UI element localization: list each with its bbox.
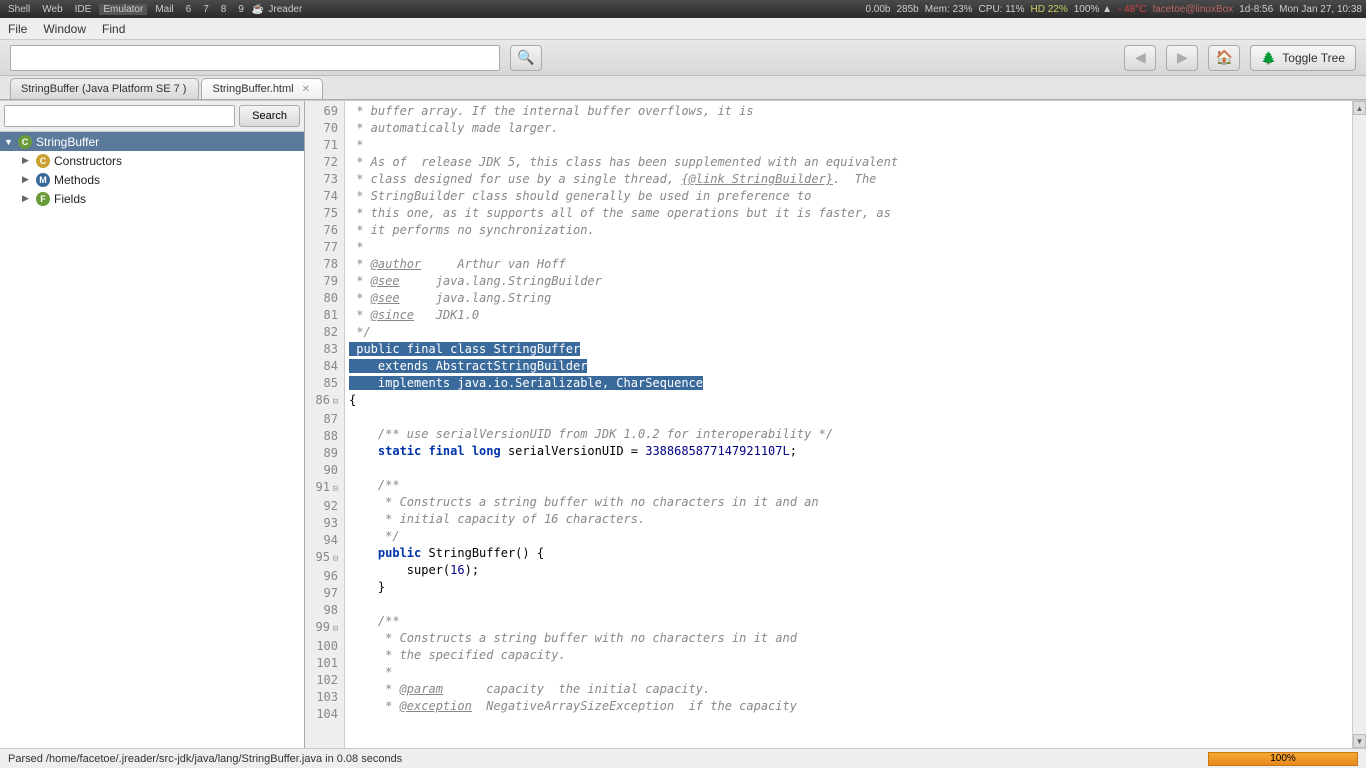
doc-tab-label: StringBuffer (Java Platform SE 7 ) xyxy=(21,83,186,95)
menu-file[interactable]: File xyxy=(8,22,27,36)
net-down: 0.00b xyxy=(865,4,890,15)
tree-label: Fields xyxy=(54,192,86,206)
cpu-usage: CPU: 11% xyxy=(979,4,1025,15)
chevron-right-icon: ▶ xyxy=(22,174,32,185)
taskbar-item[interactable]: Emulator xyxy=(99,4,147,15)
home-button[interactable]: 🏠 xyxy=(1208,45,1240,71)
side-panel: Search ▼ C StringBuffer ▶ C Constructors… xyxy=(0,101,305,748)
toggle-tree-label: Toggle Tree xyxy=(1282,51,1345,65)
status-bar: Parsed /home/facetoe/.jreader/src-jdk/ja… xyxy=(0,748,1366,768)
doc-tab[interactable]: StringBuffer (Java Platform SE 7 ) xyxy=(10,78,199,99)
toggle-tree-button[interactable]: 🌲 Toggle Tree xyxy=(1250,45,1356,71)
user-host: facetoe@linuxBox xyxy=(1152,4,1233,15)
class-tree: ▼ C StringBuffer ▶ C Constructors ▶ M Me… xyxy=(0,132,304,748)
chevron-down-icon: ▼ xyxy=(4,137,14,147)
global-search-input[interactable] xyxy=(10,45,500,71)
menu-window[interactable]: Window xyxy=(43,22,86,36)
taskbar-item[interactable]: 6 xyxy=(182,4,196,15)
tree-search-input[interactable] xyxy=(4,105,235,127)
code-area[interactable]: * buffer array. If the internal buffer o… xyxy=(345,101,1352,748)
forward-button[interactable]: ▶ xyxy=(1166,45,1198,71)
arrow-right-icon: ▶ xyxy=(1177,49,1188,66)
tree-label: Constructors xyxy=(54,154,122,168)
method-icon: M xyxy=(36,173,50,187)
tree-icon: 🌲 xyxy=(1261,51,1276,65)
tree-item-methods[interactable]: ▶ M Methods xyxy=(0,170,304,189)
home-icon: 🏠 xyxy=(1216,49,1233,66)
document-tabs: StringBuffer (Java Platform SE 7 ) Strin… xyxy=(0,76,1366,100)
menubar: File Window Find xyxy=(0,18,1366,40)
vertical-scrollbar[interactable]: ▲ ▼ xyxy=(1352,101,1366,748)
chevron-right-icon: ▶ xyxy=(22,193,32,204)
scroll-down-icon[interactable]: ▼ xyxy=(1353,734,1366,748)
arrow-left-icon: ◀ xyxy=(1135,49,1146,66)
constructor-icon: C xyxy=(36,154,50,168)
tree-search-button[interactable]: Search xyxy=(239,105,300,127)
tree-item-fields[interactable]: ▶ F Fields xyxy=(0,189,304,208)
temperature: - 48°C xyxy=(1118,4,1146,15)
close-icon[interactable]: ✕ xyxy=(302,84,310,95)
tree-root[interactable]: ▼ C StringBuffer xyxy=(0,132,304,151)
battery: 100% ▲ xyxy=(1074,4,1112,15)
mem-usage: Mem: 23% xyxy=(925,4,973,15)
status-text: Parsed /home/facetoe/.jreader/src-jdk/ja… xyxy=(8,753,402,765)
datetime: Mon Jan 27, 10:38 xyxy=(1279,4,1362,15)
menu-find[interactable]: Find xyxy=(102,22,125,36)
taskbar-item[interactable]: 9 xyxy=(234,4,248,15)
net-up: 285b xyxy=(897,4,919,15)
back-button[interactable]: ◀ xyxy=(1124,45,1156,71)
search-icon: 🔍 xyxy=(517,49,534,66)
tree-label: Methods xyxy=(54,173,100,187)
code-editor[interactable]: 69 70 71 72 73 74 75 76 77 78 79 80 81 8… xyxy=(305,101,1366,748)
taskbar-item[interactable]: Shell xyxy=(4,4,34,15)
line-gutter: 69 70 71 72 73 74 75 76 77 78 79 80 81 8… xyxy=(305,101,345,748)
tree-label: StringBuffer xyxy=(36,135,99,149)
active-app-name: Jreader xyxy=(268,4,302,15)
scroll-up-icon[interactable]: ▲ xyxy=(1353,101,1366,115)
taskbar-item[interactable]: 7 xyxy=(199,4,213,15)
progress-bar: 100% xyxy=(1208,752,1358,766)
hd-usage: HD 22% xyxy=(1031,4,1068,15)
toolbar: 🔍 ◀ ▶ 🏠 🌲 Toggle Tree xyxy=(0,40,1366,76)
search-button[interactable]: 🔍 xyxy=(510,45,542,71)
tree-item-constructors[interactable]: ▶ C Constructors xyxy=(0,151,304,170)
taskbar-item[interactable]: IDE xyxy=(71,4,96,15)
class-icon: C xyxy=(18,135,32,149)
chevron-right-icon: ▶ xyxy=(22,155,32,166)
taskbar-item[interactable]: Web xyxy=(38,4,66,15)
uptime: 1d-8:56 xyxy=(1239,4,1273,15)
field-icon: F xyxy=(36,192,50,206)
doc-tab[interactable]: StringBuffer.html ✕ xyxy=(201,78,323,99)
java-icon: ☕ xyxy=(252,4,264,15)
system-taskbar: Shell Web IDE Emulator Mail 6 7 8 9 ☕ Jr… xyxy=(0,0,1366,18)
taskbar-item[interactable]: Mail xyxy=(151,4,177,15)
doc-tab-label: StringBuffer.html xyxy=(212,83,293,95)
taskbar-item[interactable]: 8 xyxy=(217,4,231,15)
